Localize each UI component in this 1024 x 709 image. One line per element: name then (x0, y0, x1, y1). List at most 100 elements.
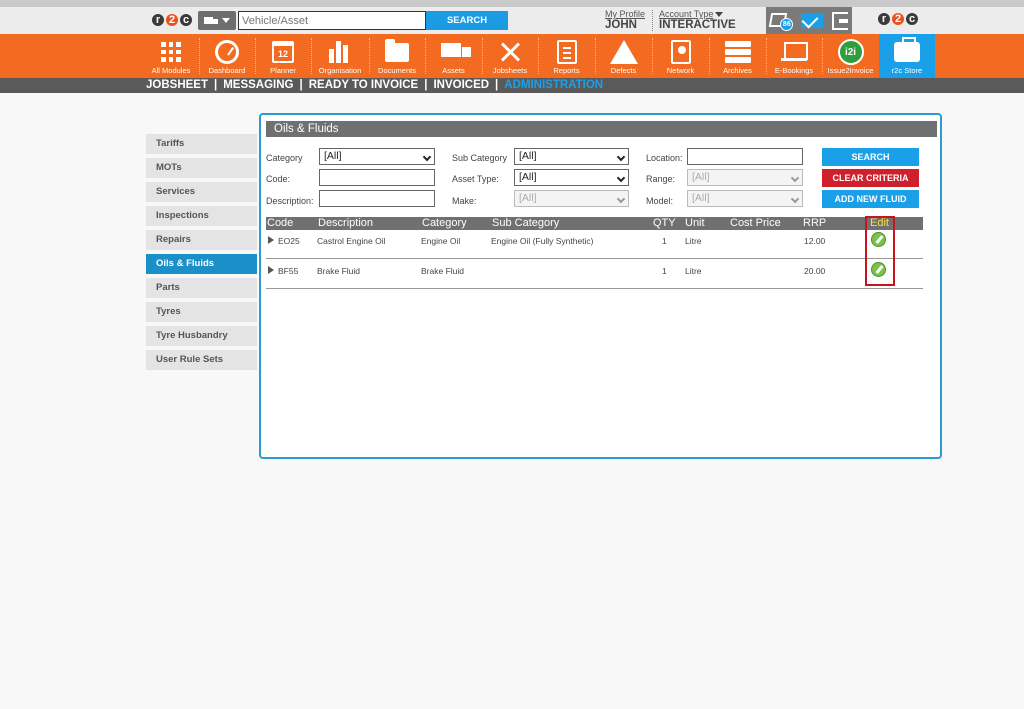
sidebar-item-services[interactable]: Services (146, 182, 257, 202)
nav-label: Jobsheets (492, 66, 528, 75)
cell-rrp: 12.00 (804, 236, 826, 246)
nav-all-modules[interactable]: All Modules (143, 34, 199, 78)
mail-icon[interactable] (800, 13, 823, 28)
col-unit[interactable]: Unit (685, 217, 705, 230)
sidebar-item-mots[interactable]: MOTs (146, 158, 257, 178)
vehicle-type-dropdown[interactable] (198, 11, 236, 30)
vehicle-search-button[interactable]: SEARCH (426, 11, 508, 30)
code-input[interactable] (319, 169, 435, 186)
category-label: Category (266, 153, 303, 163)
edit-column-highlight (865, 216, 895, 286)
nav-assets[interactable]: Assets (425, 34, 482, 78)
range-select[interactable]: [All] (687, 169, 803, 186)
col-description[interactable]: Description (318, 217, 373, 230)
category-value: [All] (324, 150, 342, 162)
sidebar-item-tyre-husbandry[interactable]: Tyre Husbandry (146, 326, 257, 346)
oils-fluids-panel: Oils & Fluids Category [All] Sub Categor… (259, 113, 942, 459)
col-sub-category[interactable]: Sub Category (492, 217, 559, 230)
cell-rrp: 20.00 (804, 266, 826, 276)
code-label: Code: (266, 174, 291, 184)
nav-archives[interactable]: Archives (709, 34, 766, 78)
nav-organisation[interactable]: Organisation (311, 34, 369, 78)
subnav-ready-to-invoice[interactable]: READY TO INVOICE (309, 79, 419, 91)
location-label: Location: (646, 153, 683, 163)
sub-category-label: Sub Category (452, 153, 508, 163)
logo-letter: c (178, 12, 194, 28)
col-cost-price[interactable]: Cost Price (730, 217, 781, 230)
chevron-down-icon (616, 173, 626, 183)
nav-label: Dashboard (208, 66, 246, 75)
subnav-administration[interactable]: ADMINISTRATION (504, 79, 603, 91)
r2c-logo-right: r 2 c (876, 10, 920, 28)
notifications-icon[interactable]: 86 (769, 11, 794, 31)
asset-type-select[interactable]: [All] (514, 169, 629, 186)
building-icon (327, 39, 353, 65)
expand-arrow-icon[interactable] (268, 266, 274, 274)
subnav-jobsheet[interactable]: JOBSHEET (146, 79, 208, 91)
chevron-down-icon (222, 18, 230, 23)
r2c-logo[interactable]: r 2 c (150, 11, 194, 29)
cell-unit: Litre (685, 236, 702, 246)
sidebar-item-inspections[interactable]: Inspections (146, 206, 257, 226)
sidebar-item-repairs[interactable]: Repairs (146, 230, 257, 250)
cell-category: Engine Oil (421, 236, 461, 246)
admin-sidebar: Tariffs MOTs Services Inspections Repair… (146, 134, 257, 374)
sub-category-value: [All] (519, 150, 537, 162)
nav-jobsheets[interactable]: Jobsheets (482, 34, 538, 78)
nav-documents[interactable]: Documents (369, 34, 425, 78)
subnav-separator: | (214, 79, 218, 91)
nav-label: E-Bookings (774, 66, 814, 75)
chevron-down-icon (616, 194, 626, 204)
nav-issue2invoice[interactable]: i2i Issue2Invoice (822, 34, 879, 78)
folder-icon (384, 38, 410, 65)
table-row[interactable]: EO25 Castrol Engine Oil Engine Oil Engin… (266, 230, 923, 259)
logo-letter: c (904, 11, 920, 27)
nav-dashboard[interactable]: Dashboard (199, 34, 255, 78)
description-label: Description: (266, 196, 314, 206)
nav-planner[interactable]: 12 Planner (255, 34, 311, 78)
nav-label: Reports (553, 66, 580, 75)
sidebar-item-tariffs[interactable]: Tariffs (146, 134, 257, 154)
nav-defects[interactable]: Defects (595, 34, 652, 78)
account-type-link[interactable]: Account Type (659, 9, 713, 19)
nav-network[interactable]: Network (652, 34, 709, 78)
add-new-fluid-button[interactable]: ADD NEW FLUID (822, 190, 919, 208)
subnav-separator: | (299, 79, 303, 91)
make-label: Make: (452, 196, 477, 206)
search-button[interactable]: SEARCH (822, 148, 919, 166)
col-code[interactable]: Code (267, 217, 293, 230)
table-row[interactable]: BF55 Brake Fluid Brake Fluid 1 Litre 20.… (266, 260, 923, 289)
top-strip (0, 0, 1024, 7)
nav-reports[interactable]: Reports (538, 34, 595, 78)
sidebar-item-parts[interactable]: Parts (146, 278, 257, 298)
laptop-icon (781, 39, 808, 65)
col-category[interactable]: Category (422, 217, 467, 230)
col-rrp[interactable]: RRP (803, 217, 826, 230)
subnav-invoiced[interactable]: INVOICED (433, 79, 489, 91)
nav-e-bookings[interactable]: E-Bookings (766, 34, 822, 78)
vehicle-search-input[interactable] (238, 11, 426, 30)
model-label: Model: (646, 196, 674, 206)
description-input[interactable] (319, 190, 435, 207)
nav-label: r2c Store (891, 66, 923, 75)
my-profile[interactable]: My Profile JOHN (605, 9, 645, 31)
briefcase-icon (894, 37, 920, 65)
chevron-down-icon (422, 152, 432, 162)
sidebar-item-user-rule-sets[interactable]: User Rule Sets (146, 350, 257, 370)
col-qty[interactable]: QTY (653, 217, 676, 230)
logout-icon[interactable] (831, 11, 848, 30)
subnav-messaging[interactable]: MESSAGING (223, 79, 293, 91)
expand-arrow-icon[interactable] (268, 236, 274, 244)
nav-r2c-store[interactable]: r2c Store (879, 34, 935, 78)
chevron-down-icon (790, 194, 800, 204)
location-input[interactable] (687, 148, 803, 165)
sidebar-item-oils-fluids[interactable]: Oils & Fluids (146, 254, 257, 274)
account-type[interactable]: Account Type INTERACTIVE (659, 9, 736, 31)
model-select[interactable]: [All] (687, 190, 803, 207)
sub-category-select[interactable]: [All] (514, 148, 629, 165)
make-select[interactable]: [All] (514, 190, 629, 207)
clear-criteria-button[interactable]: CLEAR CRITERIA (822, 169, 919, 187)
sidebar-item-tyres[interactable]: Tyres (146, 302, 257, 322)
category-select[interactable]: [All] (319, 148, 435, 165)
tools-icon (497, 39, 523, 65)
